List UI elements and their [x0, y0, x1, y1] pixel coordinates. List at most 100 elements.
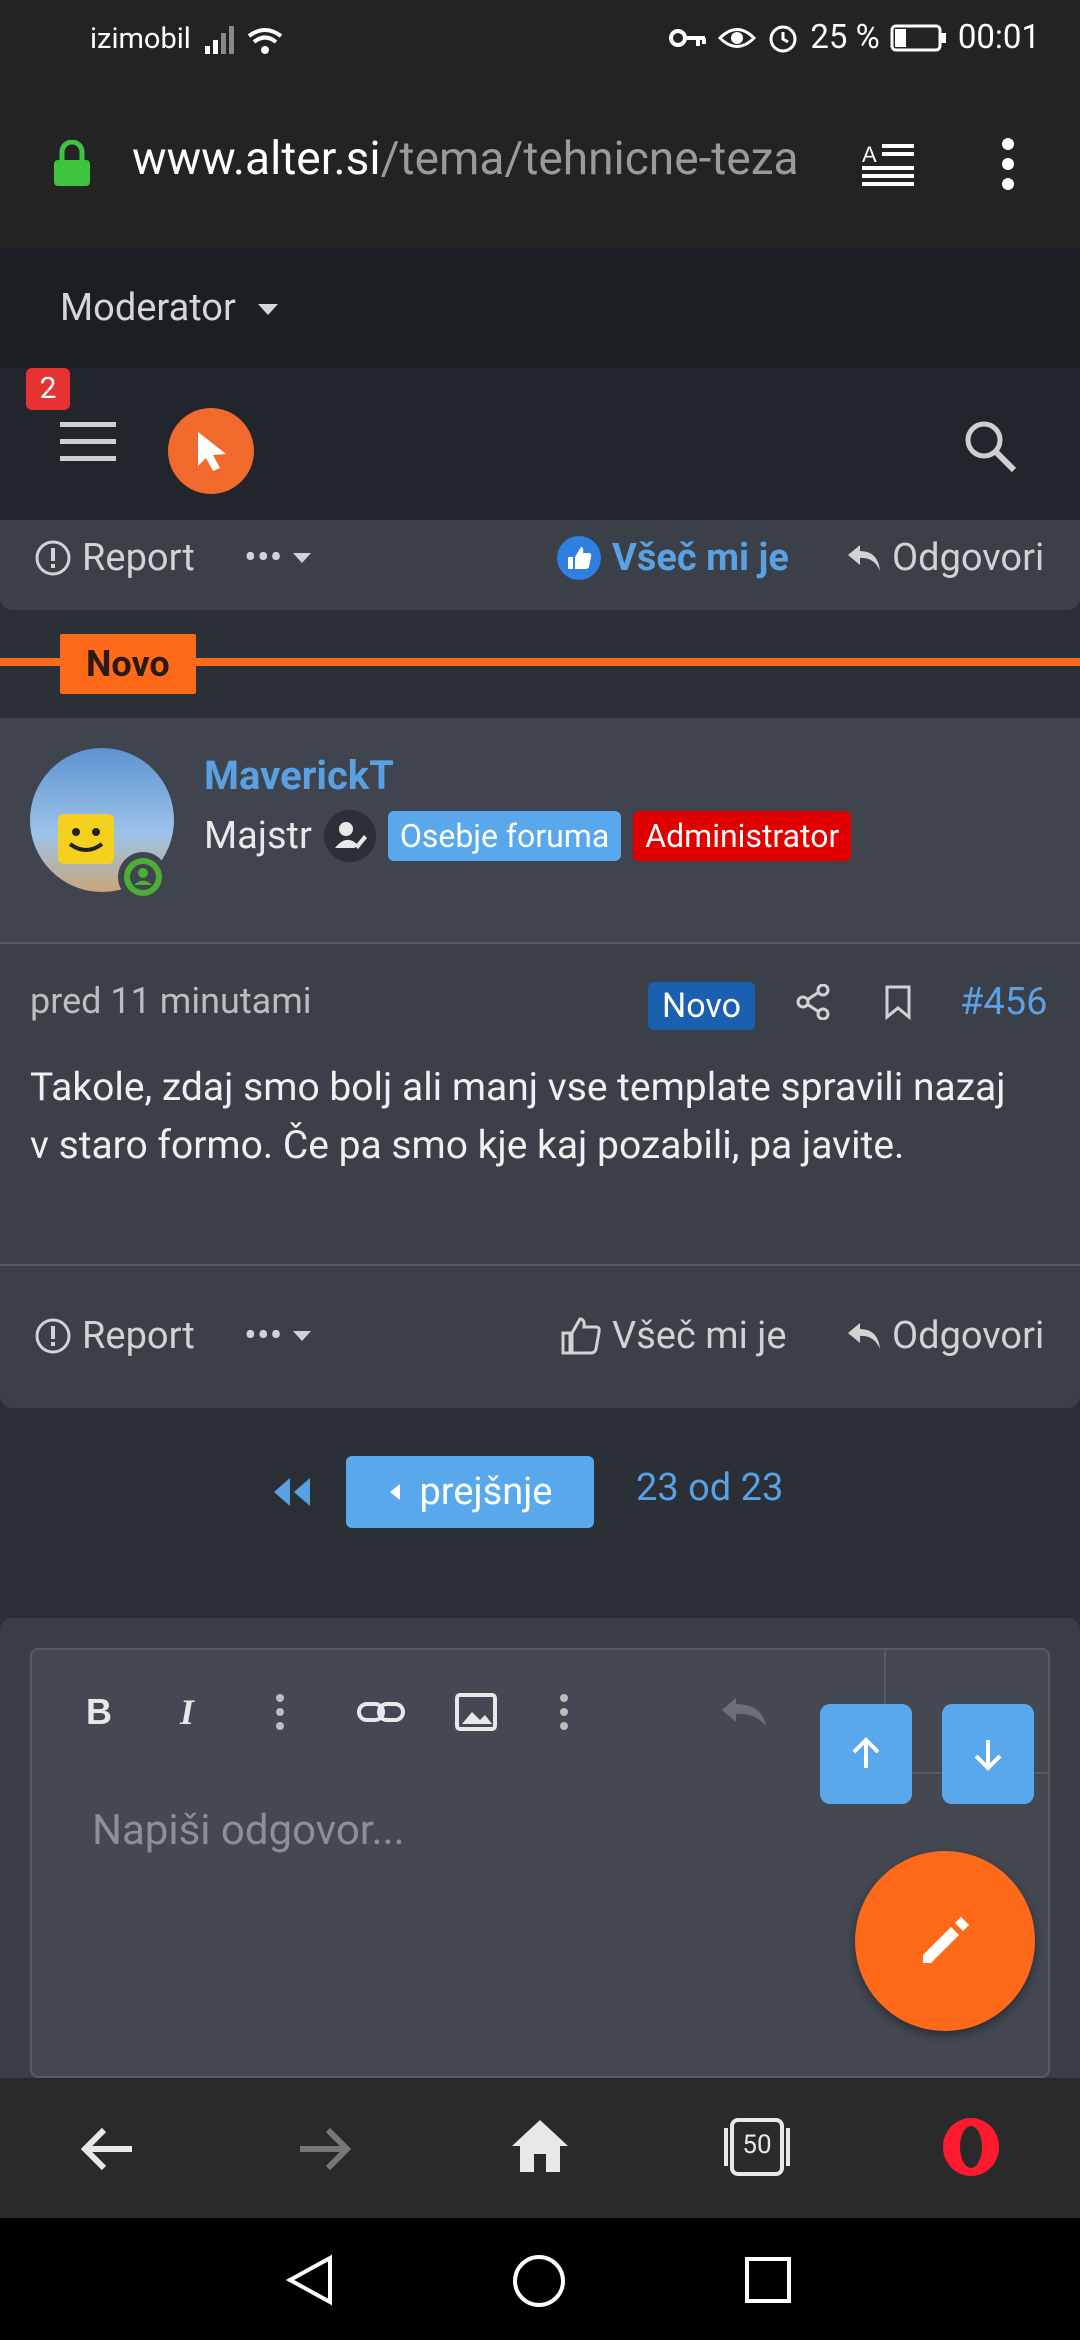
more-insert-icon[interactable] [556, 1692, 572, 1736]
post-time[interactable]: pred 11 minutami [30, 980, 312, 1022]
system-home-icon[interactable] [512, 2254, 566, 2312]
compose-button[interactable] [855, 1851, 1035, 2031]
new-posts-label: Novo [60, 634, 196, 694]
status-icons: 25 % 00:01 [668, 18, 1040, 57]
reply-icon [848, 1323, 880, 1349]
user-edit-icon [323, 810, 376, 862]
reply-button[interactable]: Odgovori [846, 520, 1044, 596]
pencil-icon [923, 1917, 969, 1963]
site-header: 2 [0, 368, 1080, 520]
scroll-down-button[interactable] [942, 1704, 1034, 1804]
post-body: Takole, zdaj smo bolj ali manj vse templ… [30, 1064, 1006, 1168]
address-bar[interactable]: www.alter.si/tema/tehnicne-teza [132, 132, 799, 186]
like-label: Všeč mi je [612, 536, 789, 580]
alarm-icon [769, 25, 797, 52]
admin-badge: Administrator [633, 811, 852, 861]
author-rank: Majstr [204, 814, 312, 858]
browser-toolbar: www.alter.si/tema/tehnicne-teza A [0, 80, 1080, 248]
more-actions-button[interactable]: ••• [244, 520, 312, 596]
scroll-up-button[interactable] [820, 1704, 912, 1804]
forum-post: MaverickT Majstr Osebje foruma Administr… [0, 718, 1080, 1408]
lock-icon [52, 139, 92, 192]
search-icon[interactable] [960, 416, 1020, 480]
tabs-button[interactable]: 50 [720, 2114, 794, 2180]
caret-down-icon [293, 1331, 312, 1341]
arrow-down-icon [974, 1740, 1002, 1771]
previous-page-label: prejšnje [419, 1470, 553, 1514]
post-divider [0, 1264, 1080, 1266]
report-button[interactable]: Report [34, 1298, 195, 1374]
new-post-badge: Novo [648, 982, 756, 1030]
hamburger-menu-icon[interactable] [60, 422, 116, 466]
bold-icon[interactable]: B [84, 1691, 116, 1736]
more-actions-button[interactable]: ••• [244, 1298, 312, 1374]
forward-arrow-icon[interactable] [296, 2124, 352, 2178]
alert-circle-icon [35, 540, 71, 576]
more-label: ••• [244, 1314, 283, 1358]
svg-text:B: B [86, 1692, 112, 1732]
more-label: ••• [244, 536, 283, 580]
moderator-menu[interactable]: Moderator [60, 286, 279, 330]
like-label: Všeč mi je [612, 1314, 787, 1358]
system-recents-icon[interactable] [744, 2256, 792, 2308]
chevron-left-icon [389, 1484, 400, 1500]
report-label: Report [82, 1314, 195, 1358]
arrow-up-icon [852, 1737, 880, 1768]
italic-icon[interactable]: I [176, 1692, 208, 1736]
undo-icon[interactable] [718, 1692, 770, 1736]
notification-badge: 2 [26, 368, 70, 410]
clock: 00:01 [957, 18, 1040, 57]
system-back-icon[interactable] [285, 2254, 334, 2310]
previous-post-footer: Report ••• Všeč mi je Odgovori [0, 520, 1080, 610]
bookmark-icon[interactable] [884, 984, 912, 1024]
caret-down-icon [258, 303, 279, 315]
battery-percent: 25 % [810, 18, 880, 57]
caret-down-icon [293, 553, 312, 563]
svg-text:A: A [862, 142, 877, 167]
status-bar: izimobil 25 % 00:01 [0, 0, 1080, 80]
cursor-logo-icon [198, 432, 226, 471]
opera-menu-icon[interactable] [940, 2116, 1002, 2182]
eye-icon [718, 27, 757, 48]
thumbs-up-icon [557, 536, 601, 580]
carrier-name: izimobil [90, 22, 191, 56]
thumbs-up-outline-icon [561, 1317, 601, 1355]
author-name-link[interactable]: MaverickT [204, 752, 394, 799]
signal-icon [203, 22, 293, 67]
author-meta: Majstr Osebje foruma Administrator [204, 810, 852, 862]
moderator-bar: Moderator [0, 248, 1080, 368]
previous-page-button[interactable]: prejšnje [346, 1456, 594, 1528]
url-path: /tema/tehnicne-teza [380, 132, 799, 186]
reply-label: Odgovori [892, 536, 1045, 580]
like-button-active[interactable]: Všeč mi je [556, 520, 789, 596]
first-page-icon[interactable] [270, 1474, 314, 1514]
key-icon [669, 28, 707, 47]
page-indicator[interactable]: 23 od 23 [636, 1466, 783, 1510]
post-number-link[interactable]: #456 [960, 980, 1047, 1024]
report-button[interactable]: Report [34, 520, 195, 596]
staff-badge: Osebje foruma [387, 811, 622, 861]
online-status-icon [118, 852, 168, 902]
alert-circle-icon [35, 1318, 71, 1354]
back-arrow-icon[interactable] [80, 2124, 136, 2178]
tabs-count: 50 [742, 2130, 772, 2160]
like-button[interactable]: Všeč mi je [560, 1298, 787, 1374]
url-domain: www.alter.si [132, 132, 381, 186]
more-formatting-icon[interactable] [272, 1692, 288, 1736]
browser-bottom-bar: 50 [0, 2078, 1080, 2218]
share-icon[interactable] [796, 983, 830, 1024]
site-logo[interactable] [168, 408, 254, 494]
reply-label: Odgovori [892, 1314, 1045, 1358]
browser-menu-icon[interactable] [998, 136, 1018, 196]
image-icon[interactable] [454, 1692, 498, 1736]
home-icon[interactable] [510, 2116, 570, 2180]
post-author-header: MaverickT Majstr Osebje foruma Administr… [0, 718, 1080, 944]
report-label: Report [82, 536, 195, 580]
system-navigation-bar [0, 2218, 1080, 2340]
link-icon[interactable] [356, 1692, 406, 1736]
reply-button[interactable]: Odgovori [846, 1298, 1044, 1374]
svg-text:I: I [179, 1692, 196, 1732]
reader-mode-icon[interactable]: A [862, 140, 914, 190]
reply-icon [848, 545, 880, 571]
reply-input[interactable]: Napiši odgovor... [92, 1806, 405, 1855]
